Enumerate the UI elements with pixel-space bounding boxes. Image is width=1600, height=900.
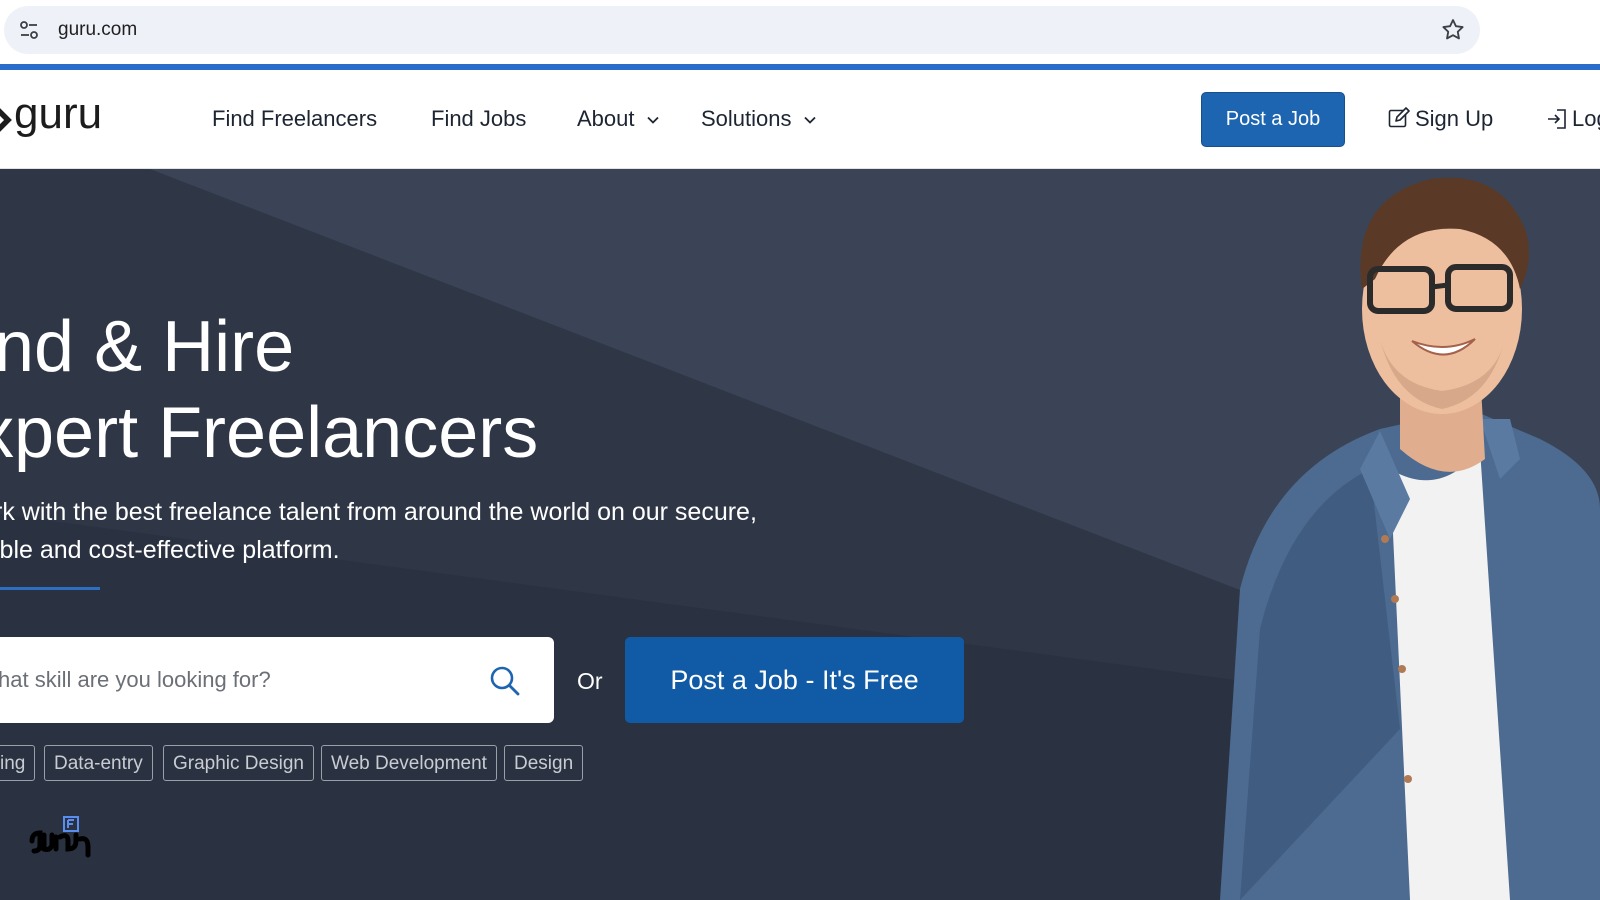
address-bar[interactable]: guru.com (4, 6, 1480, 54)
skill-search-input[interactable] (0, 637, 478, 723)
tune-icon[interactable] (18, 19, 40, 41)
login-label: Log (1572, 106, 1600, 131)
nav-find-freelancers[interactable]: Find Freelancers (212, 104, 377, 134)
hero-section: ind & Hire xpert Freelancers rk with the… (0, 169, 1600, 900)
nav-solutions[interactable]: Solutions (701, 104, 816, 134)
browser-toolbar: guru.com (0, 0, 1600, 64)
star-icon[interactable] (1440, 17, 1466, 43)
accent-underline (0, 587, 100, 590)
guru-logo[interactable]: guru (0, 94, 144, 144)
skill-tag[interactable]: Design (504, 745, 584, 781)
skill-tag[interactable]: Web Development (321, 745, 497, 781)
sign-up-label: Sign Up (1415, 106, 1494, 131)
chevron-down-icon (804, 117, 816, 124)
hero-subtitle-line1: rk with the best freelance talent from a… (0, 498, 757, 526)
chevron-down-icon (646, 117, 659, 124)
watermark-logo (29, 816, 91, 858)
edit-icon (1388, 107, 1410, 128)
site-header: guru Find Freelancers Find Jobs About So… (0, 70, 1600, 169)
skill-tag[interactable]: Data-entry (44, 745, 153, 781)
hero-title-line1: ind & Hire (0, 307, 295, 387)
nav-find-jobs[interactable]: Find Jobs (431, 104, 526, 134)
url-text[interactable]: guru.com (58, 19, 137, 41)
skill-search-box (0, 637, 554, 723)
sign-up-link[interactable]: Sign Up (1387, 104, 1493, 134)
skill-tag[interactable]: Graphic Design (163, 745, 314, 781)
hero-subtitle-line2: ible and cost-effective platform. (0, 536, 340, 564)
or-label: Or (577, 668, 603, 694)
nav-about-label: About (577, 106, 635, 131)
nav-about[interactable]: About (577, 104, 659, 134)
nav-solutions-label: Solutions (701, 106, 792, 131)
logo-text: guru (14, 94, 102, 138)
freelancer-photo (1220, 177, 1600, 900)
search-icon[interactable] (489, 665, 521, 697)
post-job-button[interactable]: Post a Job (1201, 92, 1345, 147)
login-link[interactable]: Log (1546, 104, 1600, 134)
hero-title-line2: xpert Freelancers (0, 393, 539, 473)
skill-tag[interactable]: ing (0, 745, 36, 781)
post-job-free-button[interactable]: Post a Job - It's Free (625, 637, 964, 723)
login-icon (1548, 109, 1566, 129)
